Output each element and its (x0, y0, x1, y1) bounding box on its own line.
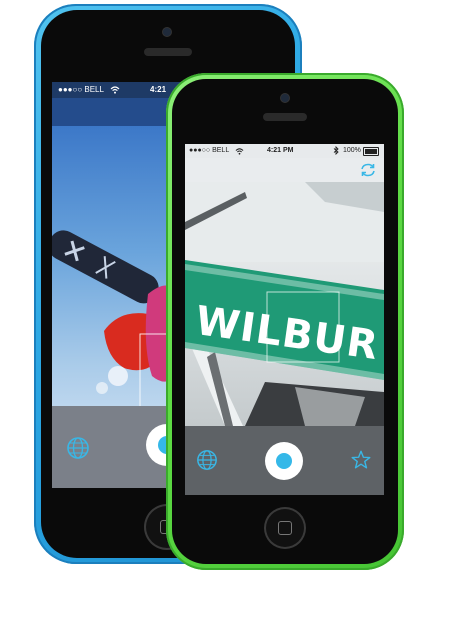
wifi-icon (110, 86, 120, 94)
earpiece-speaker (144, 48, 192, 56)
status-time: 4:21 PM (267, 147, 294, 154)
carrier-label: ●●●○○ BELL (189, 147, 230, 154)
camera-viewfinder: WILBUR (185, 182, 384, 426)
home-button[interactable] (264, 507, 306, 549)
camera-controls (185, 426, 384, 495)
status-bar: ●●●○○ BELL 4:21 PM 100% (185, 144, 384, 158)
shutter-button[interactable] (265, 442, 303, 480)
bluetooth-icon (333, 146, 339, 155)
sync-icon[interactable] (360, 163, 376, 177)
globe-icon[interactable] (66, 436, 90, 460)
battery-percent: 100% (343, 147, 361, 154)
battery-icon (363, 147, 379, 156)
star-icon[interactable] (350, 449, 372, 471)
globe-icon[interactable] (196, 449, 218, 471)
status-time: 4:21 (150, 85, 167, 94)
top-bar (185, 158, 384, 182)
front-camera (281, 94, 289, 102)
wifi-icon (235, 148, 244, 155)
shutter-dot (276, 453, 292, 469)
earpiece-speaker (263, 113, 307, 121)
green-phone-screen: ●●●○○ BELL 4:21 PM 100% WILBUR (185, 144, 384, 495)
carrier-label: ●●●○○ BELL (58, 85, 104, 94)
front-camera (163, 28, 171, 36)
